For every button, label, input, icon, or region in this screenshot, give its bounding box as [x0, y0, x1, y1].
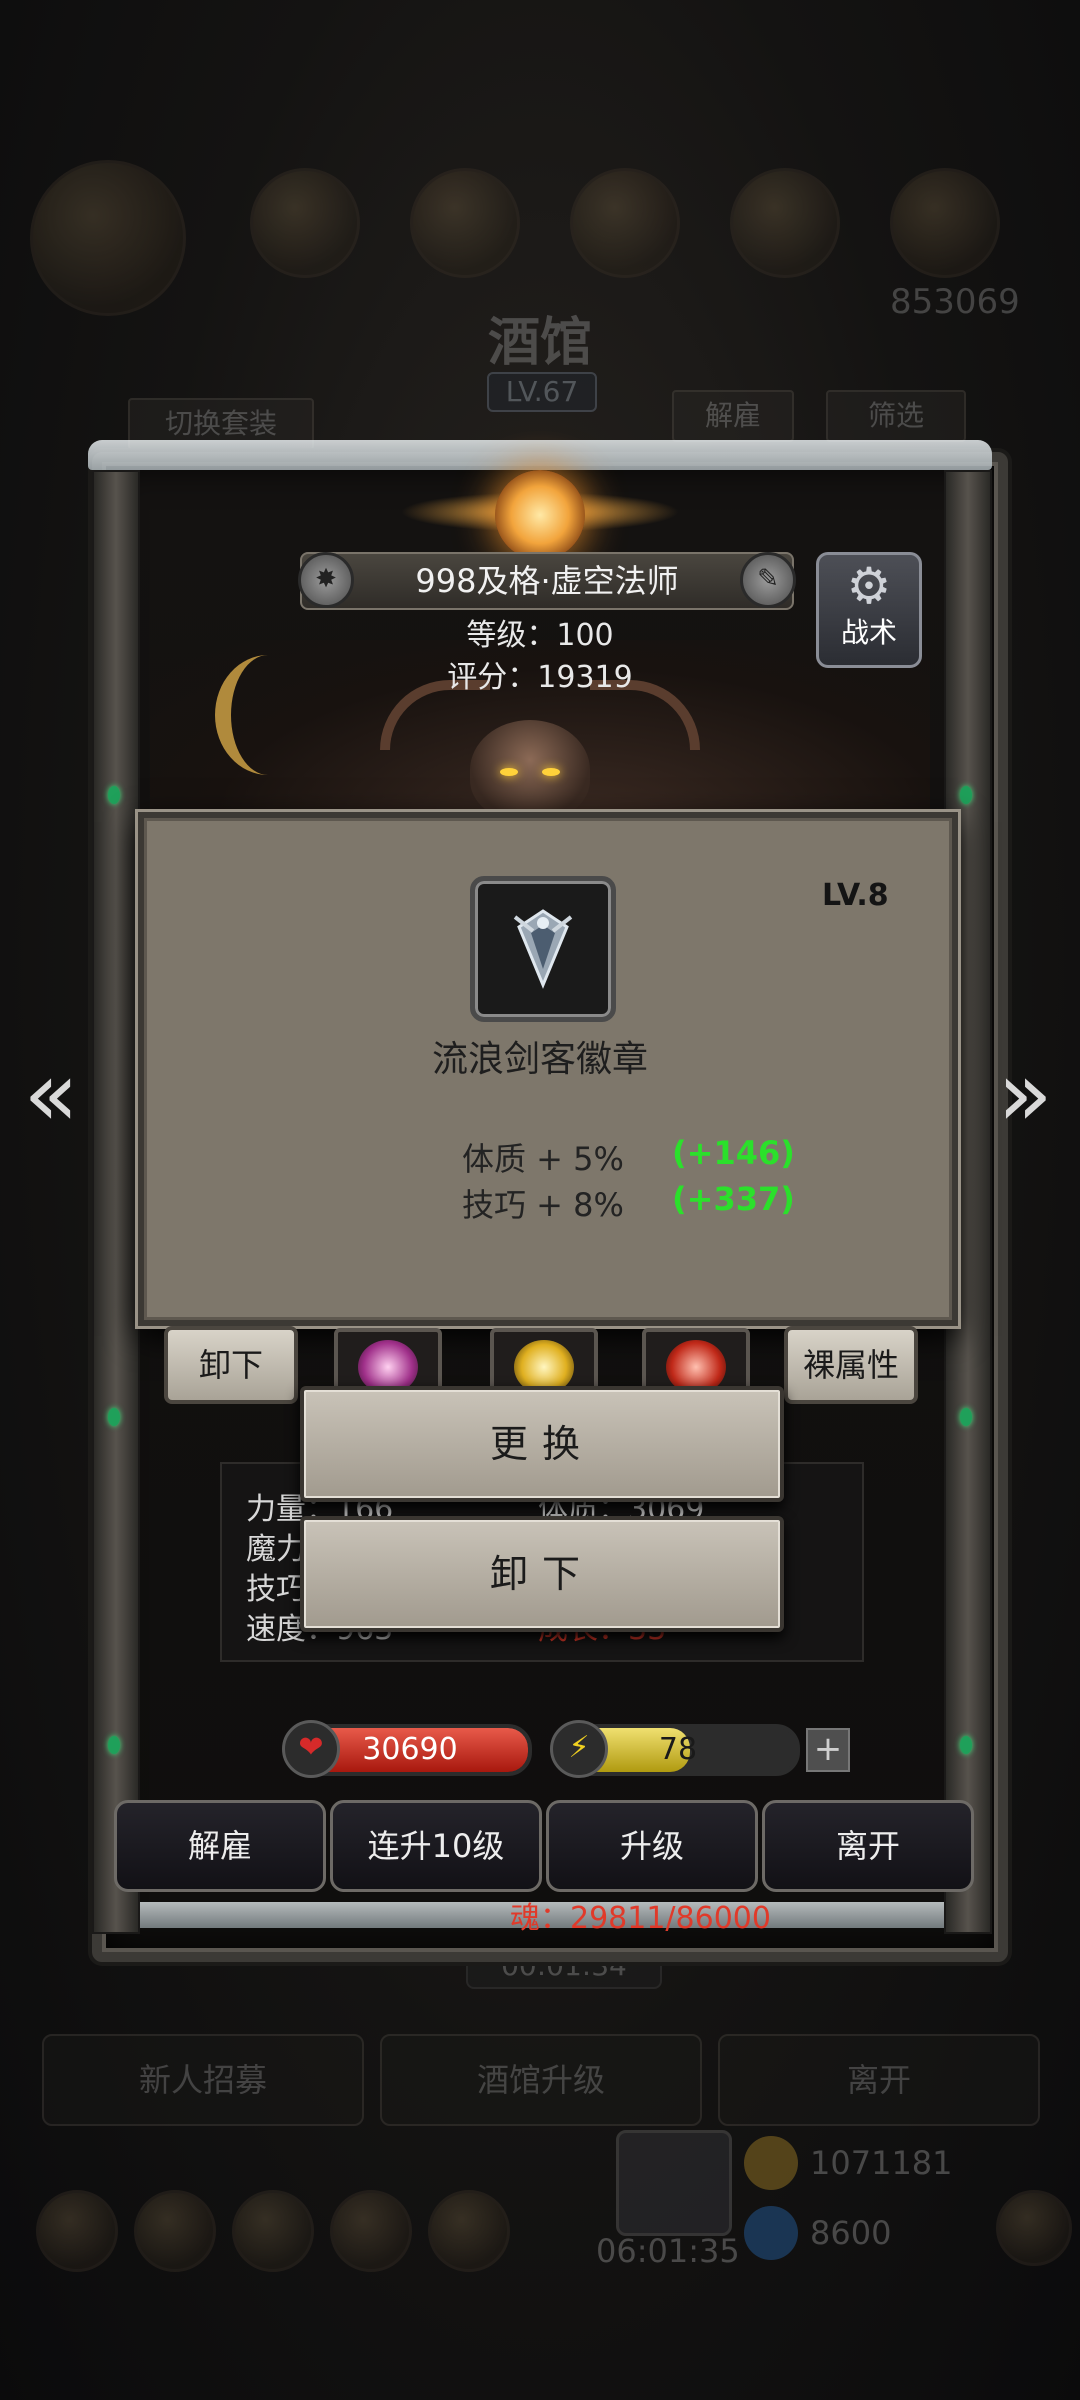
- menu-icon-2: [410, 168, 520, 278]
- gem-icon: [744, 2206, 798, 2260]
- hero-name-bar: 998及格·虚空法师: [300, 552, 794, 610]
- bottom-nav-icon-1[interactable]: [36, 2190, 118, 2272]
- pillar-gem: [960, 1408, 972, 1426]
- hero-face-art: [470, 720, 590, 820]
- hero-level: 等级：100: [466, 618, 614, 653]
- crescent-moon-art: [215, 655, 321, 775]
- gold-amount: 1071181: [810, 2144, 953, 2182]
- bottom-nav-icon-6[interactable]: [996, 2190, 1072, 2266]
- soul-counter: 魂：29811/86000: [510, 1901, 771, 1936]
- tavern-level: LV.67: [487, 372, 597, 412]
- gem-amount: 8600: [810, 2214, 892, 2252]
- unequip-item-button[interactable]: 卸下: [300, 1516, 784, 1632]
- pillar-gem: [108, 786, 120, 804]
- tactics-label: 战术: [840, 616, 897, 649]
- item-icon-box: [470, 876, 616, 1022]
- sun-emblem-icon: [495, 470, 585, 560]
- top-right-number: 853069: [890, 282, 1020, 322]
- item-stat-constitution: 体质 + 5%: [462, 1140, 624, 1178]
- item-stat-constitution-bonus: (+146): [672, 1134, 795, 1172]
- gold-coin-icon: [744, 2136, 798, 2190]
- bare-attributes-button[interactable]: 裸属性: [784, 1326, 918, 1404]
- bottom-nav-icon-3[interactable]: [232, 2190, 314, 2272]
- edit-name-icon[interactable]: ✎: [740, 552, 796, 608]
- filter-button[interactable]: 筛选: [826, 390, 966, 442]
- prev-hero-arrow-icon[interactable]: «: [16, 1050, 86, 1140]
- heart-icon: ❤: [282, 1720, 340, 1778]
- bg-leave-button[interactable]: 离开: [718, 2034, 1040, 2126]
- gift-timer: 06:01:35: [596, 2232, 740, 2270]
- pillar-gem: [108, 1736, 120, 1754]
- menu-icon-5: [890, 168, 1000, 278]
- hero-name: 998及格·虚空法师: [415, 562, 679, 600]
- menu-icon-1: [250, 168, 360, 278]
- gear-icon: ⚙: [846, 557, 892, 615]
- pillar-gem: [960, 1736, 972, 1754]
- item-stat-skill: 技巧 + 8%: [462, 1186, 624, 1224]
- menu-icon-4: [730, 168, 840, 278]
- gift-box-icon[interactable]: [616, 2130, 732, 2236]
- unequip-all-button[interactable]: 卸下: [164, 1326, 298, 1404]
- frame-pillar-left: [92, 470, 140, 1934]
- bottom-nav-icon-4[interactable]: [330, 2190, 412, 2272]
- badge-icon[interactable]: ✸: [298, 552, 354, 608]
- item-name: 流浪剑客徽章: [431, 1039, 648, 1080]
- bottom-nav-icon-5[interactable]: [428, 2190, 510, 2272]
- pillar-gem: [960, 786, 972, 804]
- bottom-nav-icon-2[interactable]: [134, 2190, 216, 2272]
- tavern-upgrade-button[interactable]: 酒馆升级: [380, 2034, 702, 2126]
- tavern-portrait: [30, 160, 186, 316]
- level-up-10-button[interactable]: 连升10级: [330, 1800, 542, 1892]
- frame-snow-top: [88, 440, 992, 470]
- lightning-icon: ⚡: [550, 1720, 608, 1778]
- menu-icon-3: [570, 168, 680, 278]
- add-energy-button[interactable]: +: [806, 1728, 850, 1772]
- sword-badge-icon: [513, 909, 573, 989]
- item-stat-skill-bonus: (+337): [672, 1180, 795, 1218]
- pillar-gem: [108, 1408, 120, 1426]
- item-level: LV.8: [822, 878, 889, 913]
- level-up-button[interactable]: 升级: [546, 1800, 758, 1892]
- hero-score: 评分：19319: [447, 660, 633, 695]
- replace-item-button[interactable]: 更换: [300, 1386, 784, 1502]
- recruit-button[interactable]: 新人招募: [42, 2034, 364, 2126]
- tavern-title: 酒馆: [487, 312, 592, 373]
- bg-dismiss-button[interactable]: 解雇: [672, 390, 794, 442]
- dismiss-button[interactable]: 解雇: [114, 1800, 326, 1892]
- leave-button[interactable]: 离开: [762, 1800, 974, 1892]
- next-hero-arrow-icon[interactable]: »: [990, 1050, 1060, 1140]
- tactics-button[interactable]: ⚙ 战术: [816, 552, 922, 668]
